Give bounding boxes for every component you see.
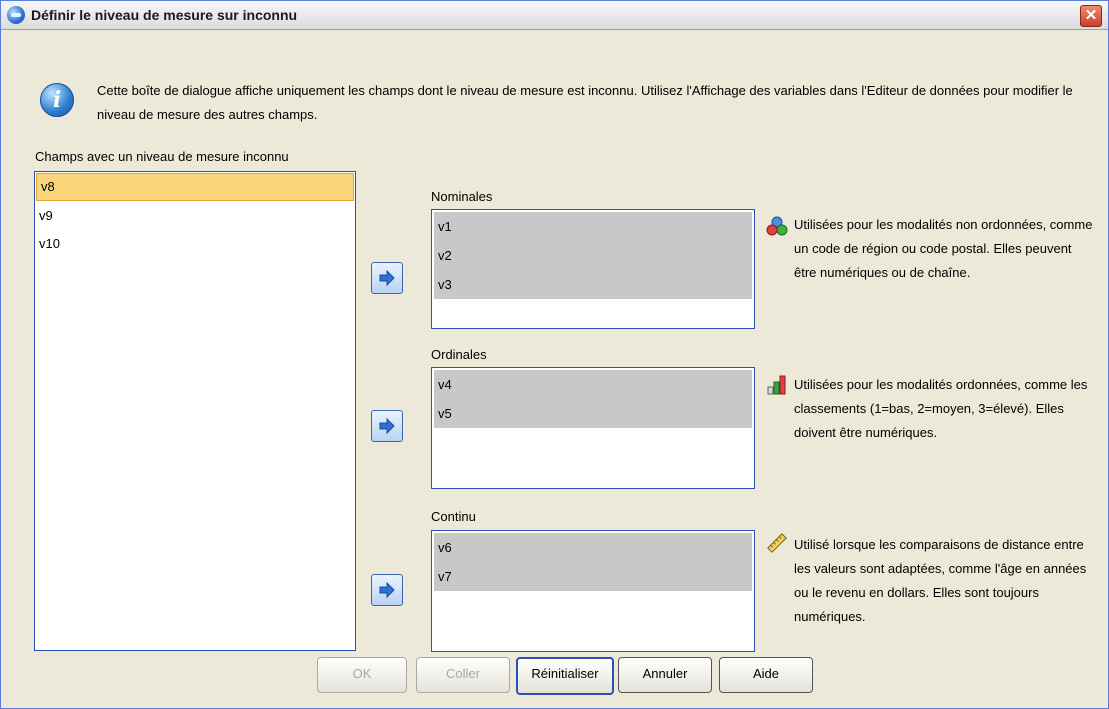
- list-item[interactable]: v8: [36, 173, 354, 201]
- cancel-button[interactable]: Annuler: [618, 657, 712, 693]
- list-item[interactable]: v1: [434, 212, 752, 241]
- info-message: Cette boîte de dialogue affiche uniqueme…: [97, 83, 1073, 122]
- list-item[interactable]: v6: [434, 533, 752, 562]
- list-item[interactable]: v4: [434, 370, 752, 399]
- list-item[interactable]: v10: [35, 230, 355, 258]
- list-item[interactable]: v7: [434, 562, 752, 591]
- list-item[interactable]: v3: [434, 270, 752, 299]
- title-bar[interactable]: Définir le niveau de mesure sur inconnu …: [1, 1, 1108, 30]
- paste-button[interactable]: Coller: [416, 657, 510, 693]
- arrow-right-icon: [379, 417, 395, 435]
- move-to-ordinal-button[interactable]: [371, 410, 403, 442]
- unknown-fields-label: Champs avec un niveau de mesure inconnu: [35, 149, 289, 164]
- nominal-icon: [766, 216, 788, 236]
- ordinal-description: Utilisées pour les modalités ordonnées, …: [794, 377, 1088, 440]
- continuous-label: Continu: [431, 509, 476, 524]
- ordinal-label: Ordinales: [431, 347, 487, 362]
- app-globe-icon: [7, 6, 25, 24]
- unknown-fields-list[interactable]: v8 v9 v10: [34, 171, 356, 651]
- window-title: Définir le niveau de mesure sur inconnu: [31, 7, 298, 23]
- arrow-right-icon: [379, 581, 395, 599]
- ok-button[interactable]: OK: [317, 657, 407, 693]
- info-icon: i: [40, 83, 74, 117]
- ruler-icon: [767, 533, 787, 553]
- reset-button[interactable]: Réinitialiser: [516, 657, 614, 695]
- list-item[interactable]: v2: [434, 241, 752, 270]
- nominal-list[interactable]: v1 v2 v3: [431, 209, 755, 329]
- dialog-window: Définir le niveau de mesure sur inconnu …: [0, 0, 1109, 709]
- continuous-list[interactable]: v6 v7: [431, 530, 755, 652]
- arrow-right-icon: [379, 269, 395, 287]
- continuous-description: Utilisé lorsque les comparaisons de dist…: [794, 537, 1087, 624]
- move-to-continuous-button[interactable]: [371, 574, 403, 606]
- ordinal-bar-icon: [767, 375, 786, 395]
- close-button[interactable]: ✕: [1080, 5, 1102, 27]
- list-item[interactable]: v5: [434, 399, 752, 428]
- nominal-label: Nominales: [431, 189, 493, 204]
- nominal-description: Utilisées pour les modalités non ordonné…: [794, 217, 1093, 280]
- move-to-nominal-button[interactable]: [371, 262, 403, 294]
- list-item[interactable]: v9: [35, 202, 355, 230]
- help-button[interactable]: Aide: [719, 657, 813, 693]
- ordinal-list[interactable]: v4 v5: [431, 367, 755, 489]
